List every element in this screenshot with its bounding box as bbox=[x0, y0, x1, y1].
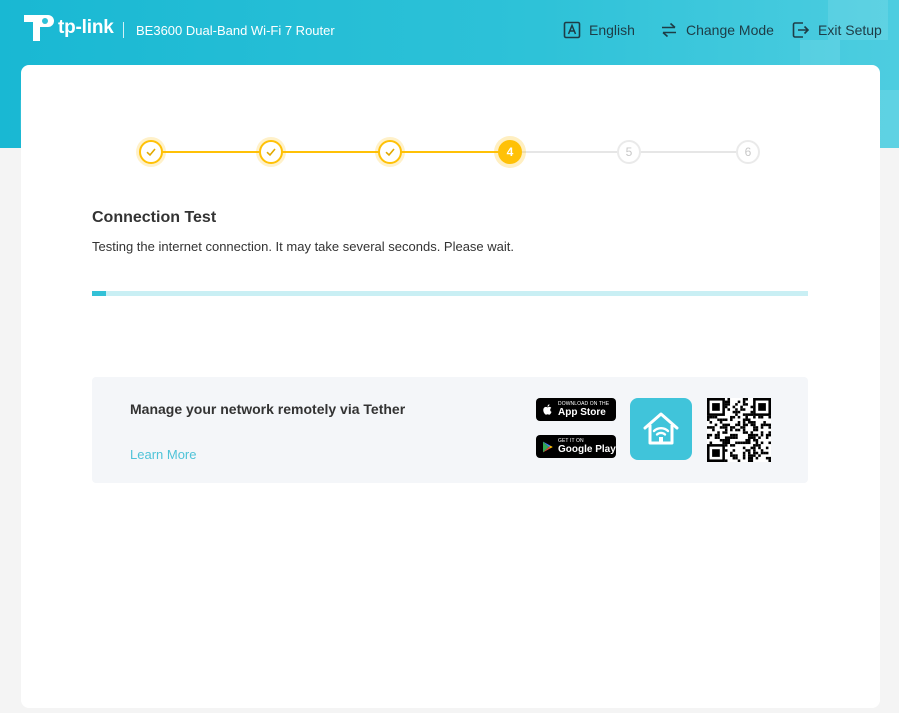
setup-card: 4 5 6 Connection Test Testing the intern… bbox=[21, 65, 880, 708]
apple-icon bbox=[543, 404, 552, 415]
app-store-badge[interactable]: DOWNLOAD ON THE App Store bbox=[536, 398, 616, 421]
google-play-icon bbox=[543, 441, 553, 452]
language-icon bbox=[563, 21, 581, 39]
progress-bar-fill bbox=[92, 291, 107, 296]
home-wifi-icon bbox=[643, 412, 679, 445]
page-description: Testing the internet connection. It may … bbox=[92, 239, 515, 254]
tether-title: Manage your network remotely via Tether bbox=[130, 401, 406, 417]
google-play-label: Google Play bbox=[558, 443, 616, 455]
step-6: 6 bbox=[736, 140, 760, 164]
tp-link-logo[interactable]: tp-link bbox=[20, 11, 114, 45]
check-icon bbox=[146, 148, 156, 157]
google-play-caption: GET IT ON bbox=[558, 437, 584, 444]
qr-code-pattern bbox=[707, 398, 771, 462]
change-mode-button[interactable]: Change Mode bbox=[660, 21, 774, 39]
header-divider bbox=[123, 22, 124, 38]
tether-app-icon bbox=[630, 398, 692, 460]
tp-link-logo-icon bbox=[24, 15, 54, 41]
check-icon bbox=[266, 148, 276, 157]
stepper-line-complete bbox=[151, 151, 510, 153]
step-2 bbox=[259, 140, 283, 164]
change-mode-label: Change Mode bbox=[686, 22, 774, 38]
swap-icon bbox=[662, 22, 676, 38]
google-play-badge[interactable]: GET IT ON Google Play bbox=[536, 435, 616, 458]
step-4: 4 bbox=[498, 140, 522, 164]
page-title: Connection Test bbox=[92, 209, 217, 226]
app-store-label: App Store bbox=[558, 406, 606, 418]
exit-icon bbox=[792, 22, 810, 38]
tether-promo: Manage your network remotely via Tether … bbox=[92, 377, 808, 483]
progress-bar bbox=[92, 291, 808, 296]
app-store-caption: DOWNLOAD ON THE bbox=[558, 400, 610, 407]
exit-setup-label: Exit Setup bbox=[818, 22, 882, 38]
language-label: English bbox=[589, 22, 635, 38]
step-3 bbox=[378, 140, 402, 164]
qr-code bbox=[707, 398, 771, 462]
step-1 bbox=[139, 140, 163, 164]
top-bar: tp-link BE3600 Dual-Band Wi-Fi 7 Router … bbox=[0, 0, 899, 64]
learn-more-link[interactable]: Learn More bbox=[130, 447, 196, 462]
check-icon bbox=[385, 148, 395, 157]
language-button[interactable]: English bbox=[563, 21, 635, 39]
exit-setup-button[interactable]: Exit Setup bbox=[792, 21, 882, 39]
brand-name: tp-link bbox=[58, 17, 114, 38]
step-5: 5 bbox=[617, 140, 641, 164]
progress-stepper: 4 5 6 bbox=[21, 65, 880, 185]
product-name: BE3600 Dual-Band Wi-Fi 7 Router bbox=[136, 23, 335, 38]
